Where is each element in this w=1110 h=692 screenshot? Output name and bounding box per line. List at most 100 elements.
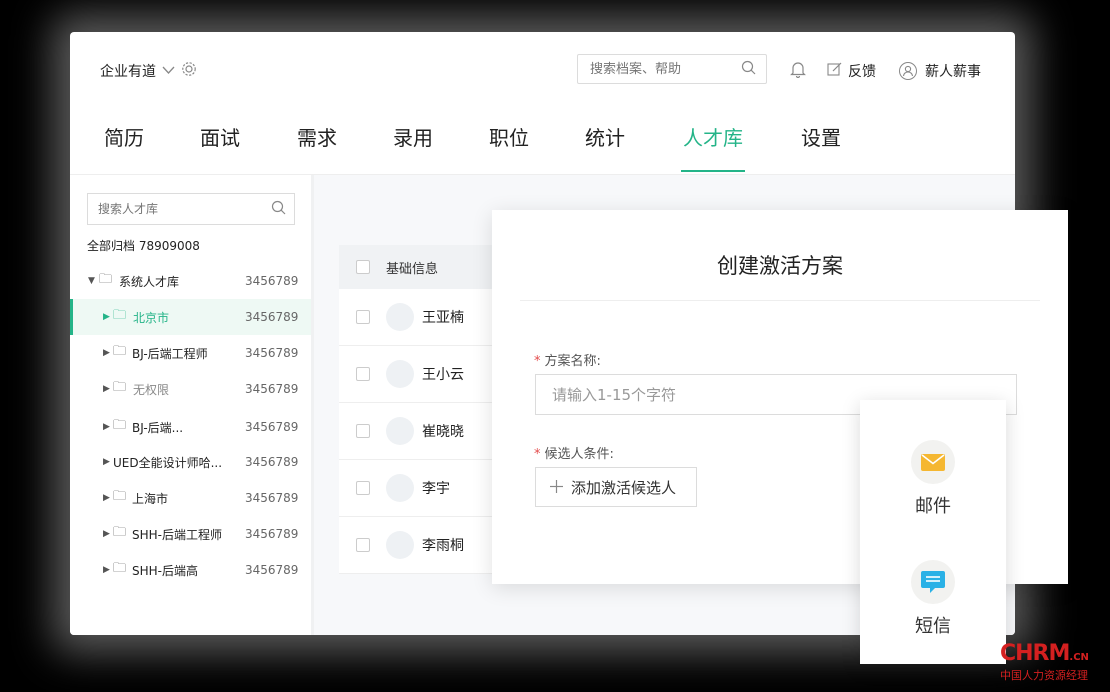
sidebar-item-bj-backend-2[interactable]: ▶ 🗀 BJ-后端... 3456789 (70, 409, 311, 445)
main-nav: 简历 面试 需求 录用 职位 统计 人才库 设置 (70, 104, 1015, 175)
folder-icon: 🗀 (113, 418, 127, 433)
row-checkbox[interactable] (356, 481, 370, 495)
sidebar-item-label: 上海市 (132, 491, 169, 506)
avatar (386, 474, 414, 502)
sidebar-item-beijing[interactable]: ▶ 🗀 北京市 3456789 (70, 299, 311, 335)
row-checkbox[interactable] (356, 424, 370, 438)
sidebar-item-label: BJ-后端工程师 (132, 346, 208, 361)
sidebar-item-count: 3456789 (245, 455, 299, 469)
email-channel[interactable]: 邮件 (860, 440, 1006, 518)
avatar (386, 303, 414, 331)
add-candidates-label: 添加激活候选人 (571, 478, 677, 497)
tab-settings[interactable]: 设置 (801, 122, 841, 170)
sidebar-item-label: BJ-后端... (132, 420, 184, 435)
gear-icon[interactable] (181, 61, 197, 81)
plan-name-label: * 方案名称: (534, 354, 601, 369)
folder-icon: 🗀 (113, 489, 127, 504)
avatar (386, 531, 414, 559)
sidebar-item-shh-backend-senior[interactable]: ▶ 🗀 SHH-后端高 3456789 (70, 552, 311, 588)
user-menu[interactable]: 薪人薪事 (899, 61, 981, 81)
add-candidates-button[interactable]: 添加激活候选人 (535, 467, 697, 507)
caret-right-icon[interactable]: ▶ (103, 312, 110, 322)
company-switcher[interactable]: 企业有道 (100, 61, 197, 81)
tab-positions[interactable]: 职位 (489, 122, 529, 170)
caret-right-icon[interactable]: ▶ (103, 348, 110, 358)
sidebar-item-system-pool[interactable]: ▼ 🗀 系统人才库 3456789 (70, 263, 311, 299)
folder-icon: 🗀 (113, 308, 127, 323)
global-search-input[interactable] (588, 60, 732, 78)
caret-right-icon[interactable]: ▶ (103, 422, 110, 432)
row-checkbox[interactable] (356, 310, 370, 324)
candidate-name[interactable]: 李宇 (422, 478, 450, 498)
sidebar-item-count: 3456789 (245, 491, 299, 505)
tab-resume[interactable]: 简历 (104, 122, 144, 170)
caret-down-icon[interactable]: ▼ (88, 276, 95, 286)
tab-statistics[interactable]: 统计 (585, 122, 625, 170)
tab-talent-pool[interactable]: 人才库 (681, 122, 745, 172)
sidebar-item-count: 3456789 (245, 310, 299, 324)
candidate-condition-label: * 候选人条件: (534, 447, 614, 462)
row-checkbox[interactable] (356, 538, 370, 552)
folder-icon: 🗀 (99, 272, 113, 287)
tab-hire[interactable]: 录用 (393, 122, 433, 170)
search-icon[interactable] (271, 200, 286, 218)
sidebar-item-label: 无权限 (133, 382, 170, 397)
avatar (386, 360, 414, 388)
bell-icon[interactable] (790, 61, 806, 82)
feedback-button[interactable]: 反馈 (827, 61, 876, 81)
caret-right-icon[interactable]: ▶ (103, 457, 110, 467)
sidebar-item-shanghai[interactable]: ▶ 🗀 上海市 3456789 (70, 480, 311, 516)
feedback-label: 反馈 (848, 64, 876, 80)
select-all-checkbox[interactable] (356, 260, 370, 274)
avatar (386, 417, 414, 445)
folder-icon: 🗀 (113, 525, 127, 540)
edit-icon (827, 62, 842, 81)
candidate-name[interactable]: 王亚楠 (422, 307, 464, 327)
divider (520, 300, 1040, 301)
sms-label: 短信 (915, 616, 951, 637)
folder-icon: 🗀 (113, 561, 127, 576)
caret-right-icon[interactable]: ▶ (103, 529, 110, 539)
sidebar-item-count: 3456789 (245, 346, 299, 360)
envelope-icon[interactable] (911, 440, 955, 484)
sidebar: 全部归档 78909008 ▼ 🗀 系统人才库 3456789 ▶ 🗀 北京市 … (70, 175, 314, 635)
sidebar-item-label: UED全能设计师哈... (113, 455, 223, 470)
talent-search-input[interactable] (96, 201, 260, 217)
sidebar-item-label: 北京市 (133, 310, 170, 325)
watermark-brand: CHRM.CN (1000, 643, 1100, 669)
caret-right-icon[interactable]: ▶ (103, 565, 110, 575)
plus-icon (550, 478, 563, 497)
user-name: 薪人薪事 (925, 64, 981, 80)
search-icon[interactable] (741, 60, 756, 79)
all-archive-label[interactable]: 全部归档 78909008 (87, 237, 200, 254)
sidebar-item-ued-designer[interactable]: ▶ UED全能设计师哈... 3456789 (70, 444, 311, 480)
sidebar-item-bj-backend[interactable]: ▶ 🗀 BJ-后端工程师 3456789 (70, 335, 311, 371)
global-search[interactable] (577, 54, 767, 84)
sidebar-item-shh-backend[interactable]: ▶ 🗀 SHH-后端工程师 3456789 (70, 516, 311, 552)
modal-title: 创建激活方案 (717, 254, 843, 278)
chevron-down-icon[interactable] (162, 64, 175, 79)
sidebar-item-label: SHH-后端高 (132, 563, 198, 578)
caret-right-icon[interactable]: ▶ (103, 493, 110, 503)
sidebar-item-count: 3456789 (245, 274, 299, 288)
talent-search[interactable] (87, 193, 295, 225)
message-icon[interactable] (911, 560, 955, 604)
sms-channel[interactable]: 短信 (860, 560, 1006, 638)
plan-name-label-text: 方案名称: (544, 354, 601, 369)
watermark-logo: CHRM.CN 中国人力资源经理 (1000, 643, 1100, 683)
watermark-brand-text: CHRM (1000, 641, 1070, 666)
sidebar-item-label: SHH-后端工程师 (132, 527, 222, 542)
sidebar-item-no-permission[interactable]: ▶ 🗀 无权限 3456789 (70, 371, 311, 407)
candidate-name[interactable]: 崔晓晓 (422, 421, 464, 441)
company-name: 企业有道 (100, 64, 156, 80)
watermark-tagline: 中国人力资源经理 (1000, 669, 1088, 682)
candidate-name[interactable]: 李雨桐 (422, 535, 464, 555)
caret-right-icon[interactable]: ▶ (103, 384, 110, 394)
candidate-name[interactable]: 王小云 (422, 364, 464, 384)
tab-interview[interactable]: 面试 (200, 122, 240, 170)
row-checkbox[interactable] (356, 367, 370, 381)
sidebar-item-count: 3456789 (245, 382, 299, 396)
folder-icon: 🗀 (113, 344, 127, 359)
sidebar-item-count: 3456789 (245, 527, 299, 541)
tab-requirements[interactable]: 需求 (297, 122, 337, 170)
